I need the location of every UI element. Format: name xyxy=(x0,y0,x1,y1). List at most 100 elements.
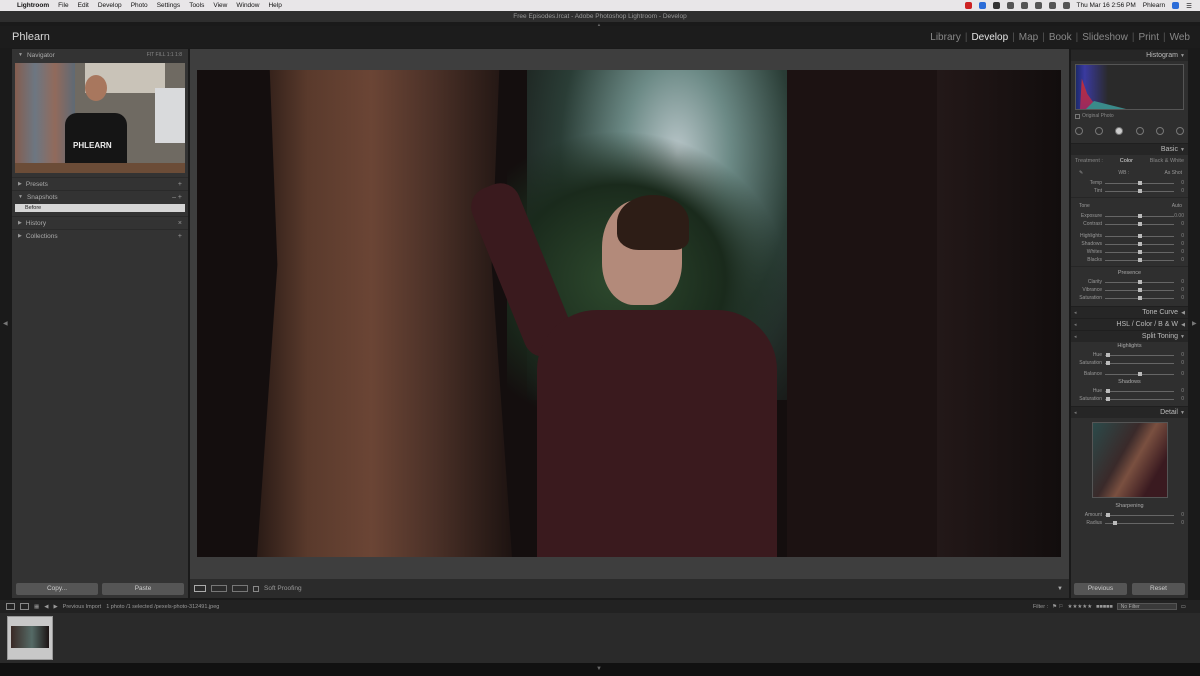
collapse-bottom-icon[interactable]: ▼ xyxy=(596,666,602,672)
radius-slider[interactable]: Radius 0 xyxy=(1071,519,1188,527)
slider-knob[interactable] xyxy=(1138,279,1143,284)
whites-slider[interactable]: Whites 0 xyxy=(1071,248,1188,256)
grid-icon[interactable]: ▦ xyxy=(34,604,39,610)
original-photo-toggle[interactable]: Original Photo xyxy=(1075,113,1188,119)
navigator-zoom-options[interactable]: FIT FILL 1:1 1:8 xyxy=(147,52,182,58)
treatment-bw[interactable]: Black & White xyxy=(1150,158,1184,164)
st-highlights-hue-slider[interactable]: Hue 0 xyxy=(1071,351,1188,359)
slider-knob[interactable] xyxy=(1106,360,1111,365)
add-collection-icon[interactable]: + xyxy=(178,233,182,240)
clarity-slider[interactable]: Clarity 0 xyxy=(1071,278,1188,286)
slider-knob[interactable] xyxy=(1106,512,1111,517)
module-develop[interactable]: Develop xyxy=(967,32,1012,43)
detail-toggle-icon[interactable]: ◂ xyxy=(1074,407,1077,419)
slider-value[interactable]: 0 xyxy=(1174,180,1184,186)
module-library[interactable]: Library xyxy=(926,32,965,43)
slider-knob[interactable] xyxy=(1138,287,1143,292)
contrast-slider[interactable]: Contrast 0 xyxy=(1071,220,1188,228)
filmstrip-thumbnail[interactable] xyxy=(7,616,53,660)
volume-icon[interactable] xyxy=(1048,2,1056,9)
color-filter-icon[interactable]: ■■■■■ xyxy=(1096,604,1113,610)
slider-knob[interactable] xyxy=(1138,180,1143,185)
flag-filter-icon[interactable]: ⚑ ⚐ xyxy=(1052,604,1063,610)
slider-knob[interactable] xyxy=(1138,371,1143,376)
tint-slider[interactable]: Tint 0 xyxy=(1071,187,1188,195)
clear-history-icon[interactable]: × xyxy=(178,220,182,227)
module-book[interactable]: Book xyxy=(1045,32,1076,43)
detail-header[interactable]: ◂ Detail ▼ xyxy=(1071,406,1188,418)
slider-value[interactable]: 0 xyxy=(1174,295,1184,301)
battery-icon[interactable] xyxy=(1062,2,1070,9)
slider-value[interactable]: 0 xyxy=(1174,512,1184,518)
wifi-icon[interactable] xyxy=(1034,2,1042,9)
treatment-color[interactable]: Color xyxy=(1120,158,1133,164)
balance-slider[interactable]: Balance 0 xyxy=(1071,370,1188,378)
module-print[interactable]: Print xyxy=(1134,32,1163,43)
toolbar-menu-icon[interactable]: ▼ xyxy=(1057,586,1063,592)
slider-knob[interactable] xyxy=(1106,352,1111,357)
left-panel-toggle-icon[interactable]: ◀ xyxy=(3,320,8,327)
app-status-icon[interactable] xyxy=(978,2,986,9)
module-slideshow[interactable]: Slideshow xyxy=(1078,32,1132,43)
app-menu[interactable]: Lightroom xyxy=(17,2,49,9)
back-arrow-icon[interactable]: ◀ xyxy=(44,604,48,610)
wb-select[interactable]: As Shot xyxy=(1164,170,1182,176)
slider-value[interactable]: 0 xyxy=(1174,221,1184,227)
slider-knob[interactable] xyxy=(1138,213,1143,218)
slider-value[interactable]: 0 xyxy=(1174,396,1184,402)
slider-knob[interactable] xyxy=(1138,188,1143,193)
slider-knob[interactable] xyxy=(1138,295,1143,300)
st-highlights-saturation-slider[interactable]: Saturation 0 xyxy=(1071,359,1188,367)
slider-value[interactable]: 0 xyxy=(1174,241,1184,247)
menu-photo[interactable]: Photo xyxy=(131,2,148,9)
histogram-header[interactable]: Histogram ▼ xyxy=(1071,49,1188,61)
file-info[interactable]: 1 photo /1 selected /pexels-photo-312491… xyxy=(106,604,219,610)
st-shadows-saturation-slider[interactable]: Saturation 0 xyxy=(1071,395,1188,403)
navigator-header[interactable]: ▼ Navigator FIT FILL 1:1 1:8 xyxy=(12,49,188,61)
slider-value[interactable]: 0 xyxy=(1174,360,1184,366)
menu-file[interactable]: File xyxy=(58,2,68,9)
radial-filter-icon[interactable] xyxy=(1155,127,1164,135)
dropbox-icon[interactable] xyxy=(1006,2,1014,9)
history-header[interactable]: ▶ History × xyxy=(12,216,188,229)
snapshots-header[interactable]: ▼ Snapshots – + xyxy=(12,190,188,203)
siri-icon[interactable] xyxy=(1172,2,1180,9)
record-icon[interactable] xyxy=(964,2,972,9)
shadows-slider[interactable]: Shadows 0 xyxy=(1071,240,1188,248)
photo-preview[interactable] xyxy=(197,70,1061,557)
eyedropper-icon[interactable]: ✎ xyxy=(1079,170,1083,176)
exposure-slider[interactable]: Exposure 0.00 xyxy=(1071,212,1188,220)
snapshot-item[interactable]: Before xyxy=(15,204,185,212)
temp-slider[interactable]: Temp 0 xyxy=(1071,179,1188,187)
module-web[interactable]: Web xyxy=(1166,32,1194,43)
split-toning-toggle-icon[interactable]: ◂ xyxy=(1074,331,1077,343)
snapshot-add-remove-icon[interactable]: – + xyxy=(172,194,182,201)
filter-lock-icon[interactable]: ▭ xyxy=(1181,604,1186,610)
detail-preview[interactable] xyxy=(1091,422,1168,498)
highlights-slider[interactable]: Highlights 0 xyxy=(1071,232,1188,240)
slider-value[interactable]: 0 xyxy=(1174,520,1184,526)
auto-button[interactable]: Auto xyxy=(1172,203,1182,209)
slider-knob[interactable] xyxy=(1138,221,1143,226)
crop-icon[interactable] xyxy=(1075,127,1083,135)
adjustment-brush-icon[interactable] xyxy=(1175,127,1184,135)
menu-view[interactable]: View xyxy=(213,2,227,9)
blacks-slider[interactable]: Blacks 0 xyxy=(1071,256,1188,264)
presets-header[interactable]: ▶ Presets + xyxy=(12,177,188,190)
exposure-value[interactable]: 0.00 xyxy=(1174,213,1184,219)
add-preset-icon[interactable]: + xyxy=(178,181,182,188)
menu-edit[interactable]: Edit xyxy=(78,2,89,9)
menu-window[interactable]: Window xyxy=(236,2,259,9)
compare-icon[interactable] xyxy=(232,585,248,592)
bluetooth-icon[interactable] xyxy=(1020,2,1028,9)
slider-knob[interactable] xyxy=(1138,233,1143,238)
tone-curve-header[interactable]: ◂ Tone Curve ◀ xyxy=(1071,306,1188,318)
menu-develop[interactable]: Develop xyxy=(98,2,122,9)
slider-value[interactable]: 0 xyxy=(1174,352,1184,358)
module-map[interactable]: Map xyxy=(1015,32,1042,43)
before-after-icon[interactable] xyxy=(211,585,227,592)
slider-knob[interactable] xyxy=(1138,257,1143,262)
collections-header[interactable]: ▶ Collections + xyxy=(12,229,188,242)
spot-removal-icon[interactable] xyxy=(1095,127,1104,135)
soft-proofing-checkbox[interactable] xyxy=(253,585,259,592)
